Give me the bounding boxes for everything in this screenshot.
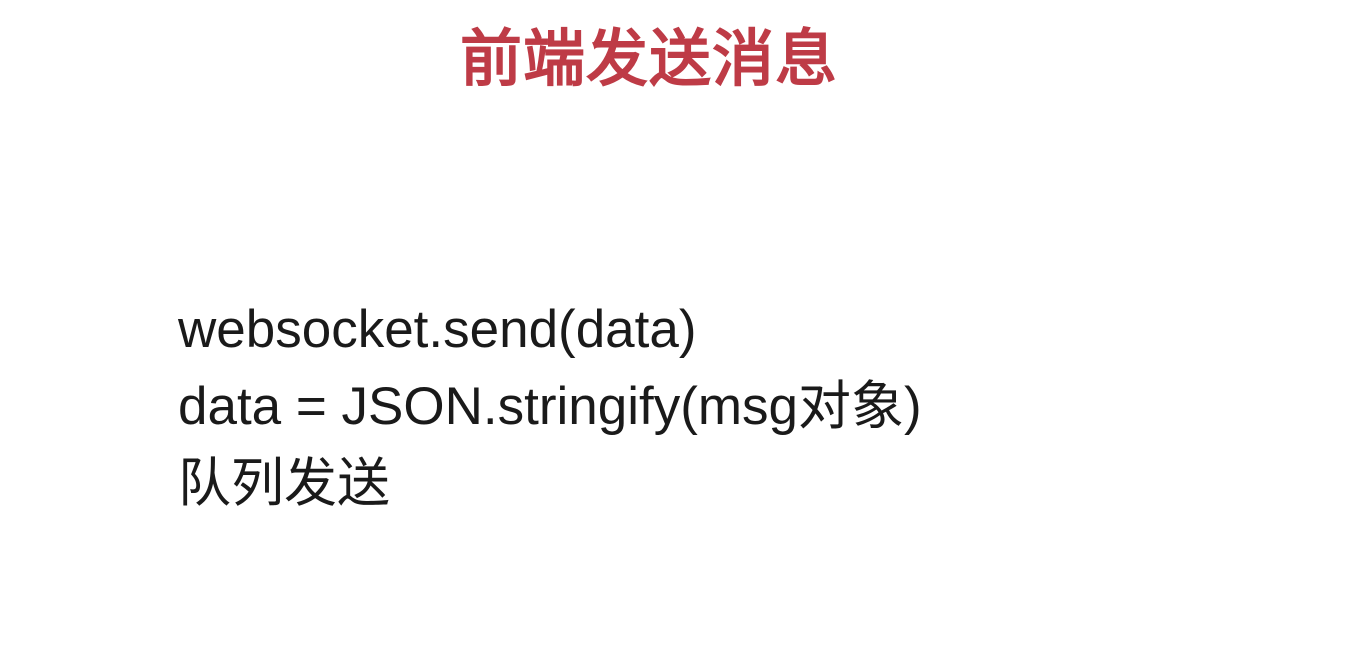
slide-title: 前端发送消息 — [460, 8, 838, 98]
code-line-3: 队列发送 — [178, 446, 922, 523]
slide-body: websocket.send(data) data = JSON.stringi… — [178, 292, 922, 523]
code-line-2: data = JSON.stringify(msg对象) — [178, 369, 922, 446]
code-line-1: websocket.send(data) — [178, 292, 922, 369]
